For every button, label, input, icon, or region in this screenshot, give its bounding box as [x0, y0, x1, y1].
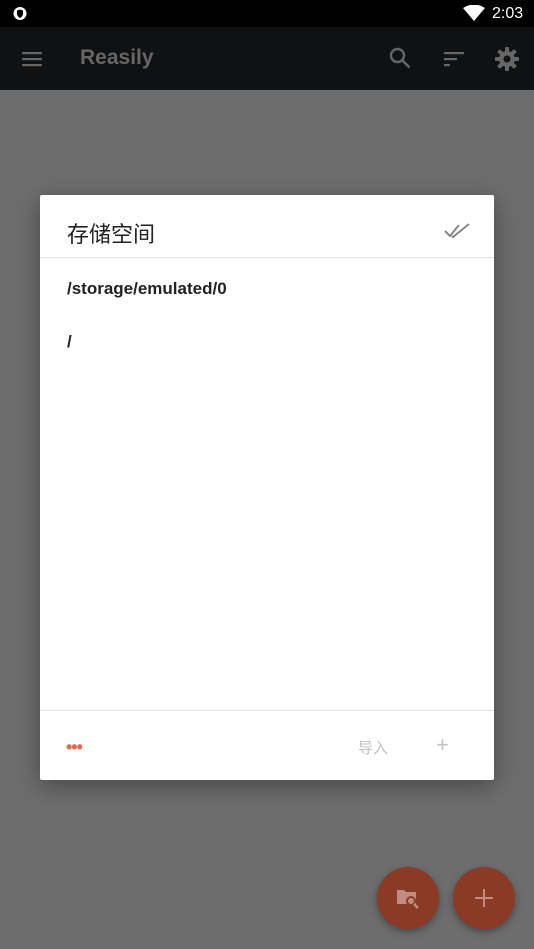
path-item[interactable]: /storage/emulated/0: [40, 259, 494, 312]
search-icon[interactable]: [388, 46, 412, 70]
path-list: /storage/emulated/0 /: [40, 259, 494, 365]
app-title: Reasily: [80, 46, 154, 69]
app-bar: Reasily: [0, 27, 534, 90]
add-path-button[interactable]: +: [436, 732, 449, 758]
wifi-icon: [463, 5, 485, 21]
storage-dialog: 存储空间 /storage/emulated/0 / ••• 导入 +: [40, 195, 494, 780]
dialog-title: 存储空间: [67, 223, 156, 248]
sort-icon[interactable]: [442, 47, 466, 71]
plus-icon: [475, 889, 493, 907]
status-time: 2:03: [492, 5, 524, 22]
dialog-footer: ••• 导入 +: [40, 710, 494, 780]
menu-icon[interactable]: [20, 47, 44, 71]
shield-icon: [13, 7, 27, 20]
path-item[interactable]: /: [40, 312, 494, 365]
import-button[interactable]: 导入: [358, 737, 388, 758]
more-button[interactable]: •••: [66, 737, 83, 758]
gear-icon[interactable]: [494, 46, 520, 72]
folder-search-button[interactable]: [377, 867, 439, 929]
add-button[interactable]: [453, 867, 515, 929]
double-check-icon[interactable]: [444, 222, 470, 240]
dialog-header: 存储空间: [40, 195, 494, 258]
folder-search-icon: [397, 890, 419, 909]
status-bar: 2:03: [0, 0, 534, 27]
